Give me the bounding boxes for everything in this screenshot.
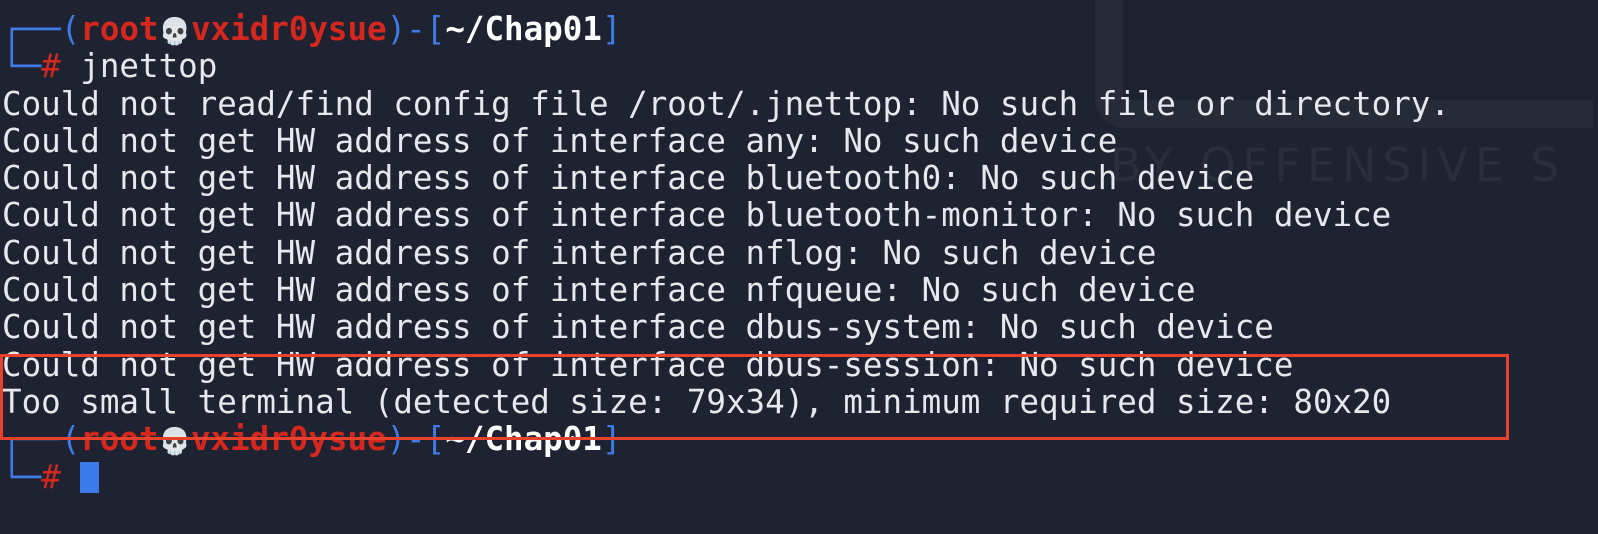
input-line[interactable]: └─#	[2, 458, 1450, 496]
output-line: Could not get HW address of interface bl…	[2, 196, 1392, 235]
output-line: Could not read/find config file /root/.j…	[2, 84, 1450, 123]
output-line: Could not get HW address of interface an…	[2, 121, 1118, 160]
output-line: Could not get HW address of interface db…	[2, 308, 1274, 347]
terminal-cursor	[80, 461, 100, 493]
prompt-line-1: ┌──(root💀vxidr0ysue)-[~/Chap01]	[2, 10, 622, 48]
command-text: jnettop	[80, 47, 218, 86]
output-line: Could not get HW address of interface nf…	[2, 271, 1196, 310]
command-line: └─# jnettop	[2, 47, 218, 86]
highlight-box	[0, 354, 1509, 440]
output-line: Could not get HW address of interface nf…	[2, 233, 1157, 272]
skull-icon: 💀	[158, 17, 191, 47]
output-line: Could not get HW address of interface bl…	[2, 159, 1255, 198]
